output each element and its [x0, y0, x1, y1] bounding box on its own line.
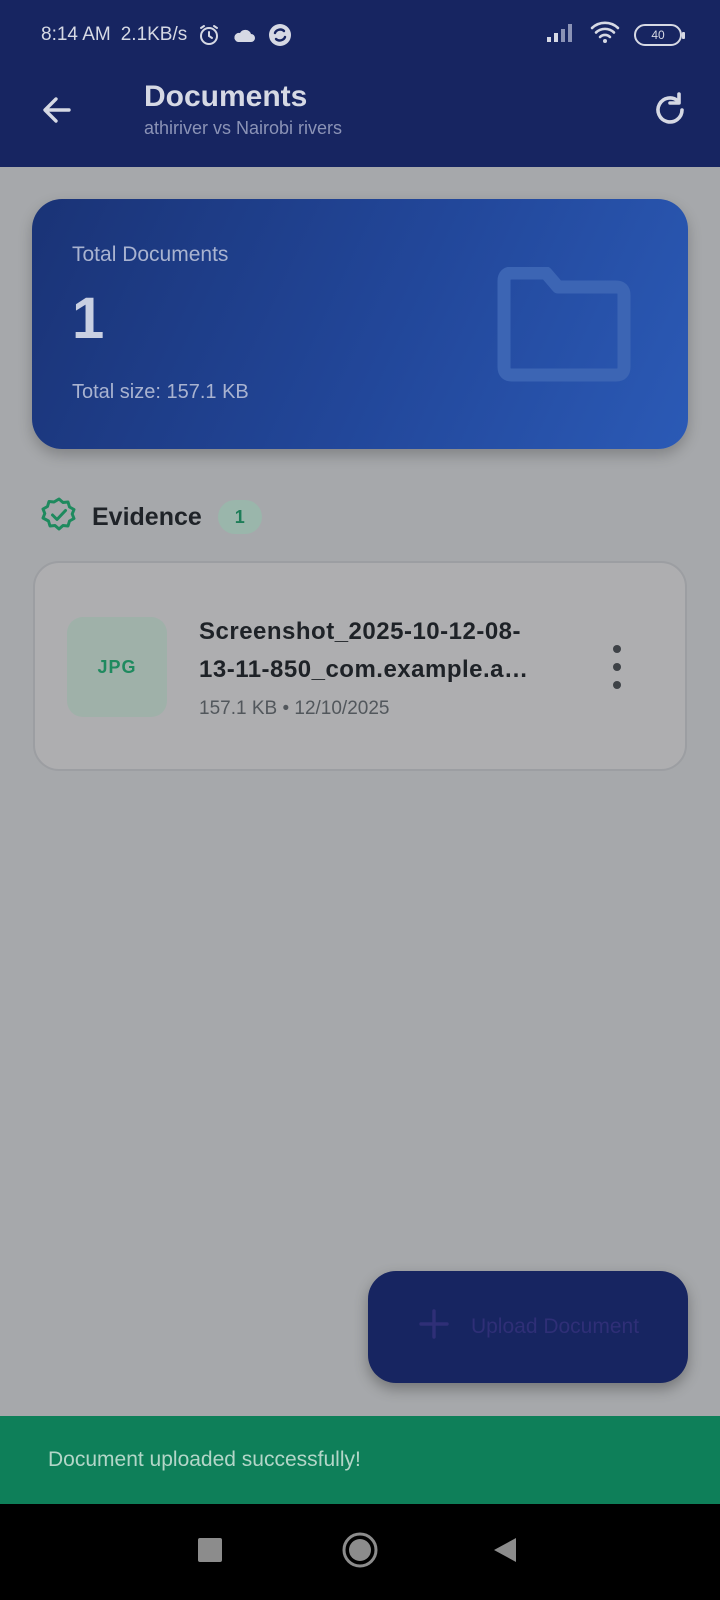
snackbar: Document uploaded successfully!	[0, 1416, 720, 1504]
system-nav-bar	[0, 1504, 720, 1600]
more-vert-dot	[613, 681, 621, 689]
upload-document-button[interactable]: Upload Document	[368, 1271, 688, 1383]
arrow-back-icon	[39, 92, 75, 133]
wifi-icon	[590, 20, 620, 49]
document-name: Screenshot_2025-10-12-08-13-11-850_com.e…	[199, 618, 522, 683]
signal-icon	[546, 21, 576, 48]
status-bar: 8:14 AM 2.1KB/s 40	[0, 0, 720, 70]
sync-app-icon	[267, 22, 293, 48]
status-time: 8:14 AM	[41, 24, 111, 45]
back-button[interactable]	[33, 88, 81, 136]
refresh-icon	[651, 91, 689, 134]
status-network-speed: 2.1KB/s	[120, 24, 188, 45]
more-options-button[interactable]	[605, 645, 629, 689]
home-button[interactable]	[320, 1504, 400, 1600]
section-title: Evidence	[92, 502, 202, 531]
recents-icon	[197, 1537, 223, 1568]
document-card[interactable]: JPG Screenshot_2025-10-12-08-13-11-850_c…	[33, 561, 687, 771]
document-meta: 157.1 KB • 12/10/2025	[199, 698, 390, 719]
home-icon	[341, 1531, 379, 1574]
section-count-badge: 1	[217, 500, 262, 534]
folder-icon	[494, 266, 634, 390]
app-bar: Documents athiriver vs Nairobi rivers	[0, 70, 720, 167]
snackbar-message: Document uploaded successfully!	[48, 1448, 361, 1471]
page-title: Documents	[144, 80, 308, 113]
recents-button[interactable]	[170, 1504, 250, 1600]
verified-badge-icon	[40, 496, 78, 539]
status-right: 40	[546, 20, 685, 49]
cloud-icon	[231, 25, 257, 45]
app-bar-titles: Documents athiriver vs Nairobi rivers	[144, 80, 342, 139]
refresh-button[interactable]	[644, 86, 696, 138]
nav-back-button[interactable]	[465, 1504, 545, 1600]
more-vert-icon	[613, 645, 621, 653]
evidence-section-header: Evidence 1	[40, 495, 262, 539]
battery-level: 40	[651, 27, 665, 42]
plus-icon	[417, 1307, 451, 1348]
page-subtitle: athiriver vs Nairobi rivers	[144, 118, 343, 138]
total-documents-count: 1	[72, 286, 105, 351]
back-icon	[492, 1536, 518, 1569]
more-vert-dot	[613, 663, 621, 671]
file-type-label: JPG	[97, 656, 137, 677]
total-size-text: Total size: 157.1 KB	[72, 381, 249, 403]
alarm-icon	[197, 23, 221, 47]
battery-icon: 40	[634, 23, 685, 46]
file-type-thumbnail: JPG	[67, 617, 167, 717]
status-left: 8:14 AM 2.1KB/s	[41, 22, 293, 48]
total-documents-label: Total Documents	[72, 243, 229, 266]
total-documents-card: Total Documents 1 Total size: 157.1 KB	[32, 199, 688, 449]
upload-document-label: Upload Document	[470, 1315, 640, 1338]
